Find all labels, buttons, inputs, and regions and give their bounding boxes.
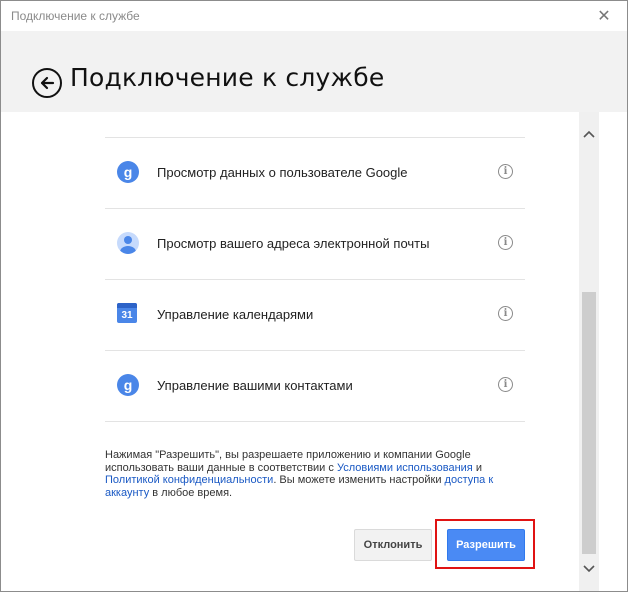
google-g-icon: g: [117, 161, 139, 183]
window-edge: [599, 112, 627, 591]
consent-text: Нажимая "Разрешить", вы разрешаете прило…: [105, 449, 525, 499]
permission-item: g Управление вашими контактами i: [105, 350, 525, 422]
consent-text-part: . Вы можете изменить настройки: [273, 474, 445, 486]
info-icon[interactable]: i: [498, 306, 513, 321]
chevron-up-icon[interactable]: [579, 124, 599, 144]
close-icon[interactable]: ✕: [581, 1, 627, 31]
chevron-down-icon[interactable]: [579, 559, 599, 579]
permission-label: Просмотр данных о пользователе Google: [157, 165, 408, 180]
calendar-date: 31: [117, 303, 137, 323]
consent-text-part: в любое время.: [149, 486, 233, 499]
google-g-glyph: g: [117, 374, 139, 396]
allow-button[interactable]: Разрешить: [447, 529, 525, 561]
consent-text-part: и: [472, 461, 482, 474]
content-area: g Просмотр данных о пользователе Google …: [1, 112, 579, 591]
info-icon[interactable]: i: [498, 164, 513, 179]
calendar-icon: 31: [117, 303, 139, 325]
scrollbar-thumb[interactable]: [582, 292, 596, 554]
permission-item: Просмотр вашего адреса электронной почты…: [105, 208, 525, 279]
terms-link[interactable]: Условиями использования: [337, 462, 473, 474]
title-bar: Подключение к службе ✕: [1, 1, 627, 31]
permission-label: Просмотр вашего адреса электронной почты: [157, 236, 430, 251]
permission-label: Управление календарями: [157, 307, 314, 322]
page-title: Подключение к службе: [70, 63, 385, 92]
user-avatar-icon: [117, 232, 139, 254]
page-header: Подключение к службе: [1, 31, 627, 112]
privacy-link[interactable]: Политикой конфиденциальности: [105, 474, 273, 486]
google-g-icon: g: [117, 374, 139, 396]
scrollbar[interactable]: [579, 112, 599, 591]
info-icon[interactable]: i: [498, 377, 513, 392]
window-title: Подключение к службе: [11, 9, 140, 23]
decline-button[interactable]: Отклонить: [354, 529, 432, 561]
permission-list: g Просмотр данных о пользователе Google …: [105, 137, 525, 422]
permission-item: g Просмотр данных о пользователе Google …: [105, 137, 525, 208]
google-g-glyph: g: [117, 161, 139, 183]
info-icon[interactable]: i: [498, 235, 513, 250]
back-arrow-icon[interactable]: [32, 68, 62, 98]
dialog-window: Подключение к службе ✕ Подключение к слу…: [0, 0, 628, 592]
permission-item: 31 Управление календарями i: [105, 279, 525, 350]
permission-label: Управление вашими контактами: [157, 378, 353, 393]
